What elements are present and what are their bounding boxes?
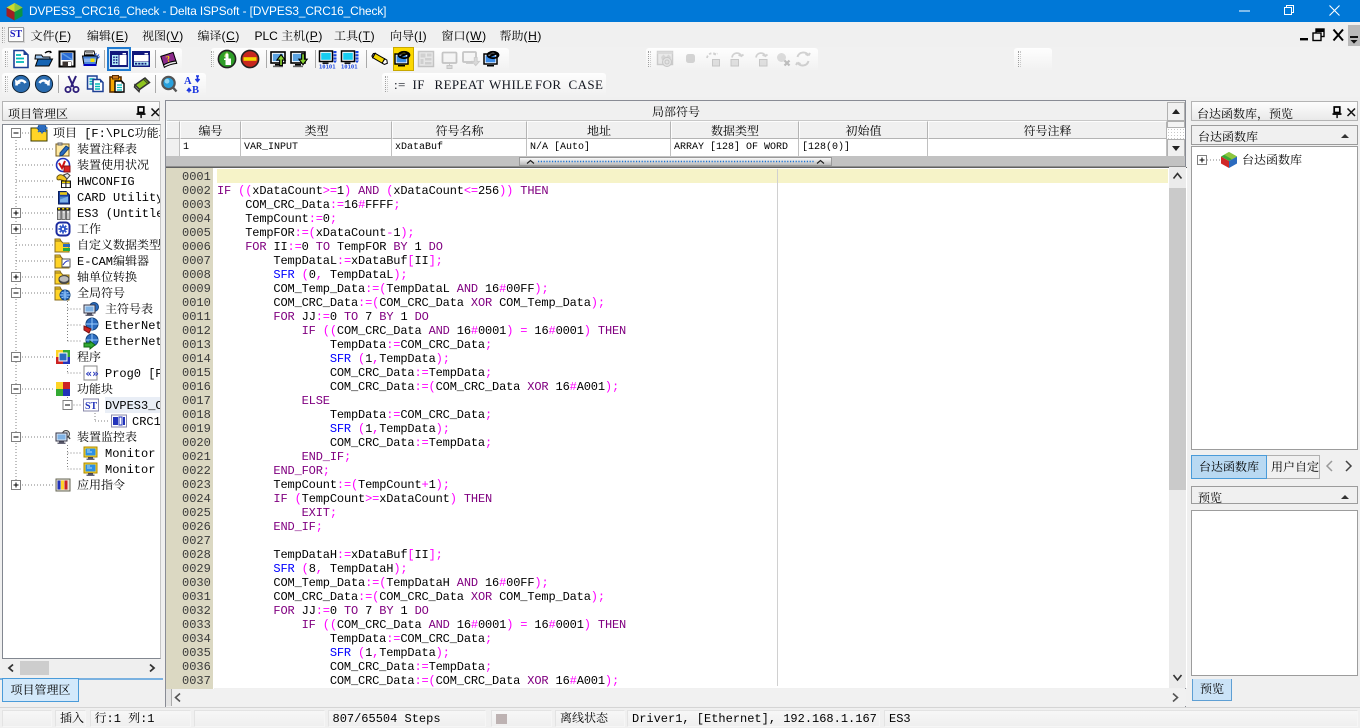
svg-text:B: B xyxy=(192,85,199,94)
svg-text:A: A xyxy=(184,76,192,87)
svg-text:ST: ST xyxy=(85,401,98,412)
svg-text:10101: 10101 xyxy=(319,65,336,70)
svg-text:10101: 10101 xyxy=(341,65,358,70)
svg-text:«»: «» xyxy=(86,367,99,380)
